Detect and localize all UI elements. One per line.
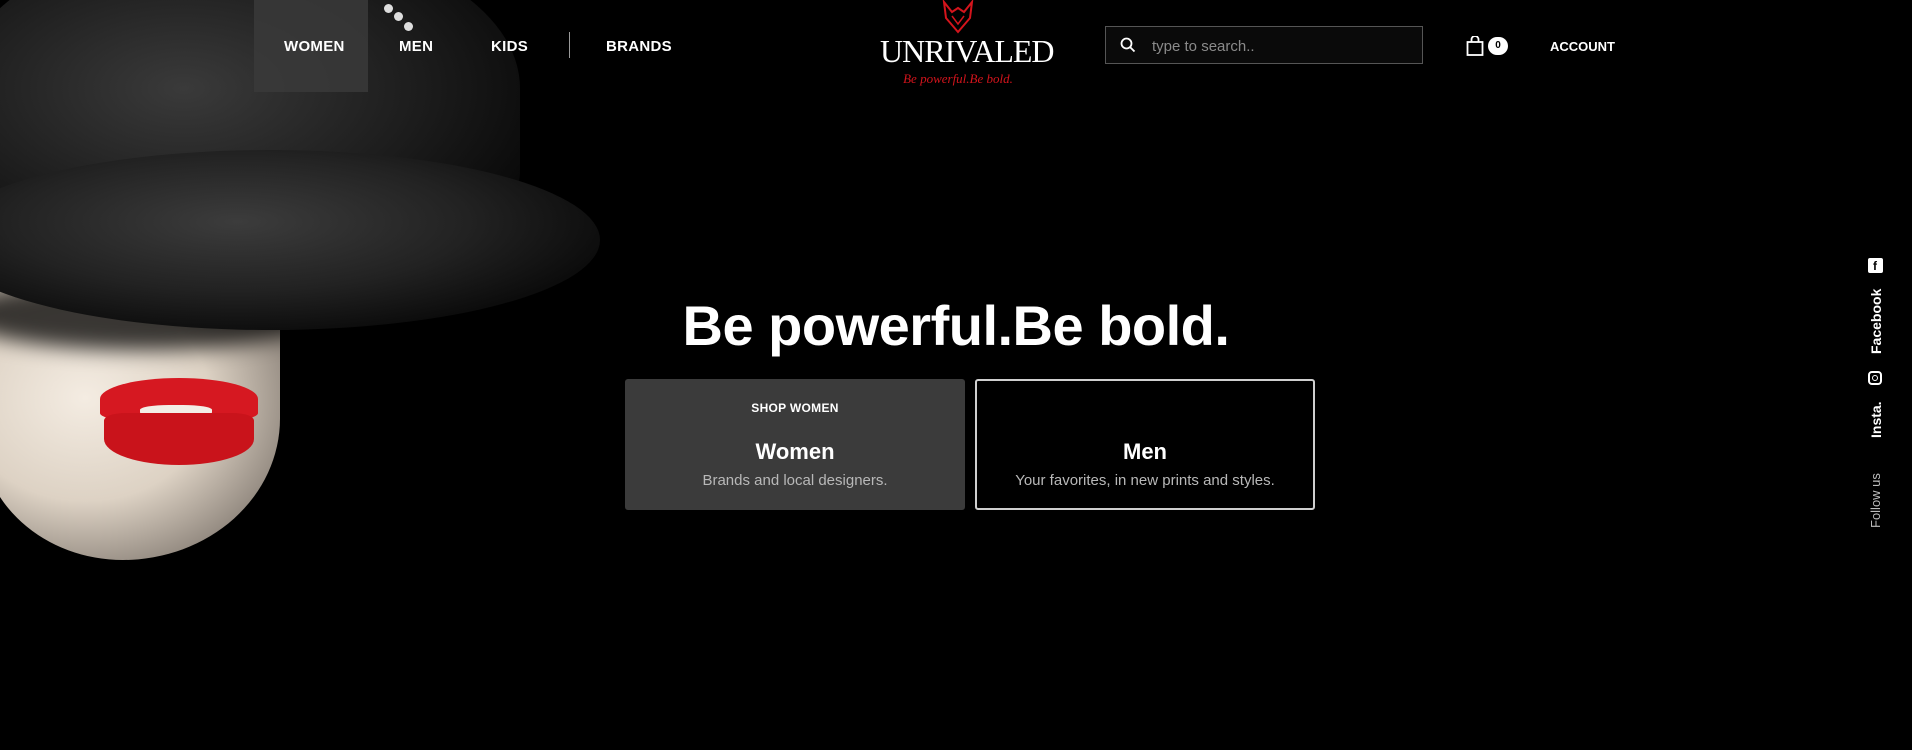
logo-wordmark: UNRIVALED <box>880 33 1055 69</box>
follow-us-label: Follow us <box>1868 473 1883 528</box>
nav-item-kids[interactable]: KIDS <box>491 38 528 55</box>
nav-item-brands[interactable]: BRANDS <box>606 38 672 55</box>
nav-item-men[interactable]: MEN <box>399 38 433 55</box>
search-box[interactable] <box>1105 26 1423 64</box>
lower-lip <box>104 413 254 465</box>
instagram-icon <box>1868 371 1882 385</box>
card-subtitle: Your favorites, in new prints and styles… <box>1015 472 1275 489</box>
shop-women-card[interactable]: SHOP WOMEN Women Brands and local design… <box>625 379 965 510</box>
card-eyebrow: SHOP WOMEN <box>751 401 839 415</box>
logo-tagline: Be powerful.Be bold. <box>903 71 1013 86</box>
card-subtitle: Brands and local designers. <box>702 472 888 489</box>
facebook-icon: f <box>1868 258 1883 273</box>
social-rail: f Facebook Insta. Follow us <box>1858 250 1898 540</box>
nav-item-women[interactable]: WOMEN <box>284 38 345 55</box>
site-logo[interactable]: UNRIVALED Be powerful.Be bold. <box>880 0 1055 92</box>
account-link[interactable]: ACCOUNT <box>1550 39 1615 54</box>
shop-men-card[interactable]: Men Your favorites, in new prints and st… <box>975 379 1315 510</box>
fox-logo-icon <box>942 0 974 34</box>
instagram-label: Insta. <box>1868 401 1884 438</box>
cart-count-badge: 0 <box>1488 37 1508 55</box>
cart-icon[interactable] <box>1466 36 1484 56</box>
nav-divider <box>569 32 570 58</box>
pearl-pin <box>380 2 420 42</box>
hero-headline: Be powerful.Be bold. <box>682 294 1230 357</box>
card-title: Men <box>1123 439 1167 464</box>
card-title: Women <box>755 439 835 464</box>
search-input[interactable] <box>1150 34 1414 58</box>
facebook-label: Facebook <box>1868 288 1884 354</box>
search-icon <box>1120 37 1136 53</box>
